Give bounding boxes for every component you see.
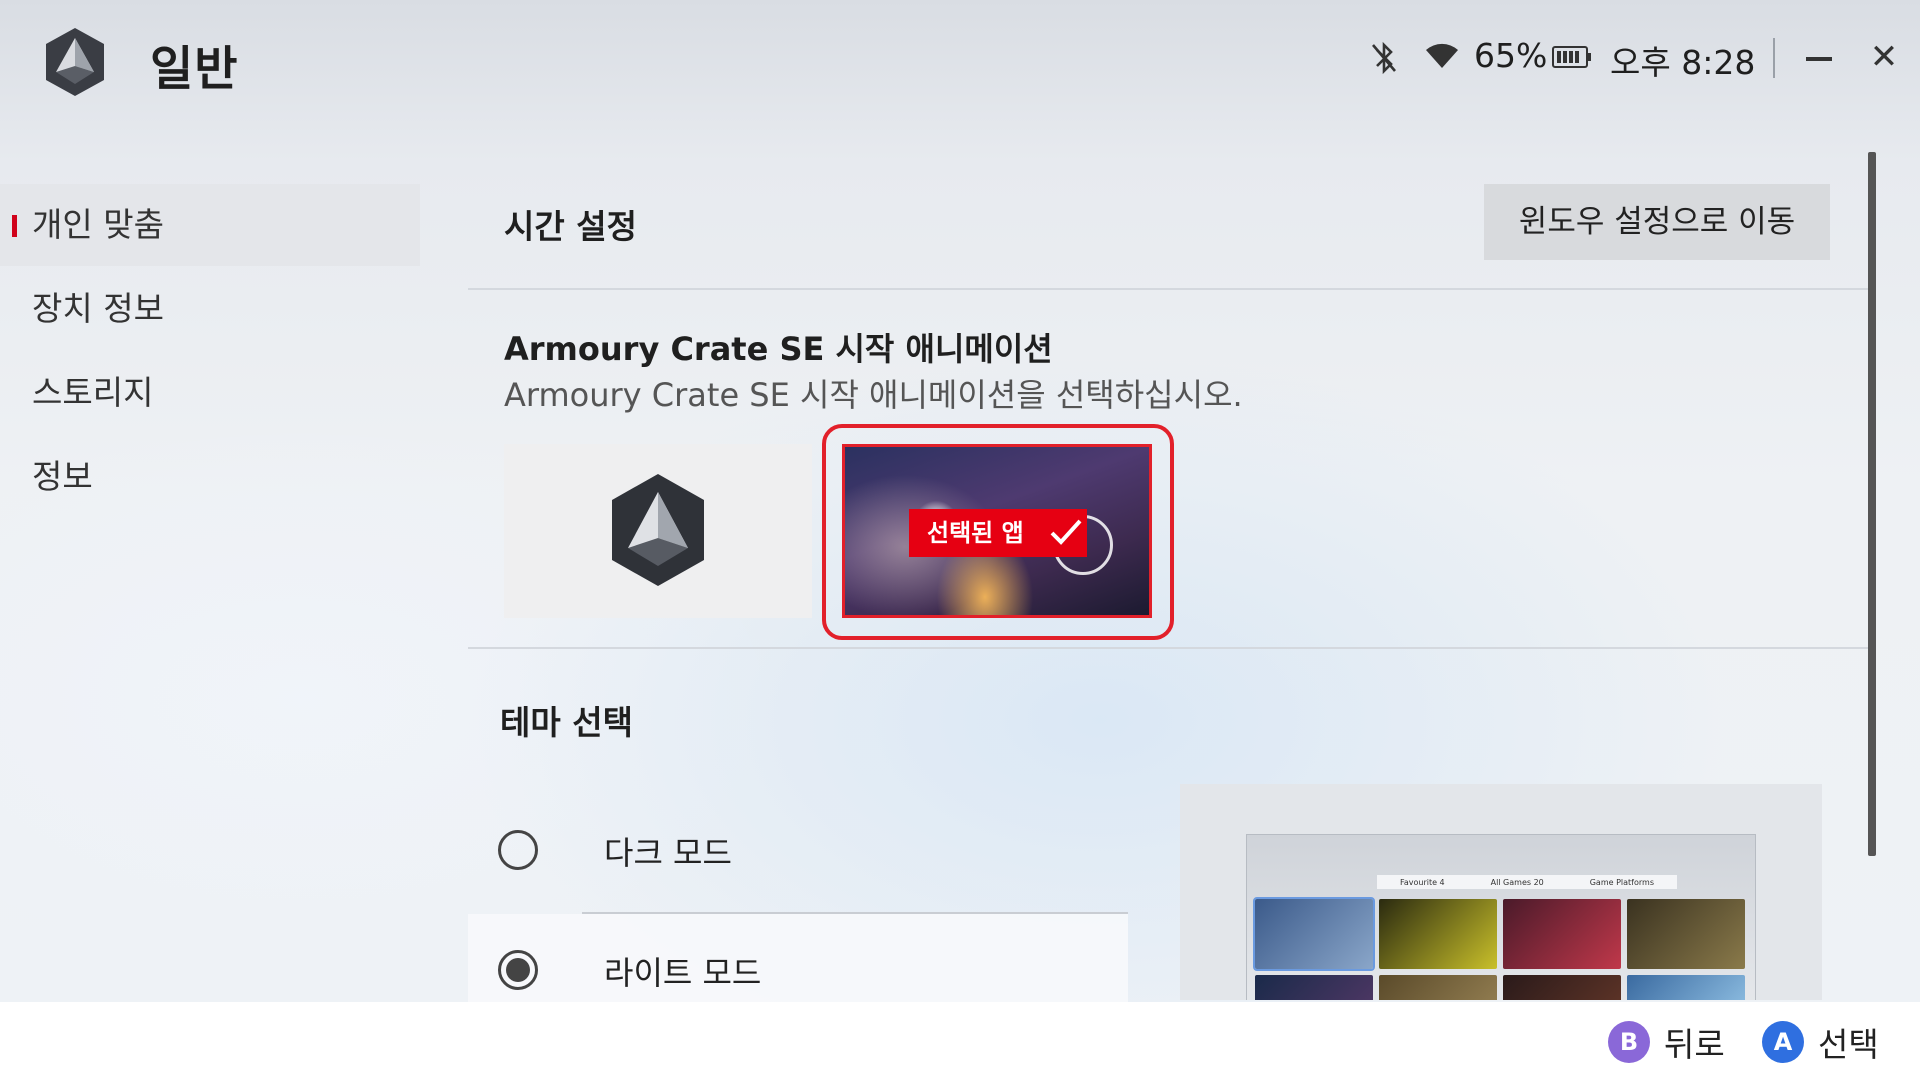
open-windows-settings-button[interactable]: 윈도우 설정으로 이동 <box>1484 184 1830 260</box>
sidebar-item-label: 스토리지 <box>32 373 154 412</box>
close-button[interactable]: ✕ <box>1866 38 1902 76</box>
radio-button[interactable] <box>498 830 538 870</box>
animation-option-app-artwork[interactable]: 선택된 앱 <box>842 444 1152 618</box>
selected-app-label: 선택된 앱 <box>927 519 1024 547</box>
time-settings-title: 시간 설정 <box>504 207 637 246</box>
theme-option-dark[interactable]: 다크 모드 <box>468 794 1128 904</box>
preview-tabs: Favourite 4 All Games 20 Game Platforms <box>1377 875 1677 889</box>
preview-game-tile <box>1253 897 1375 971</box>
sidebar: 개인 맞춤 장치 정보 스토리지 정보 <box>0 184 420 520</box>
sidebar-item-about[interactable]: 정보 <box>0 436 420 518</box>
armoury-crate-logo <box>612 474 704 586</box>
theme-option-label: 라이트 모드 <box>604 954 762 992</box>
preview-game-tile <box>1255 975 1373 1000</box>
sidebar-item-storage[interactable]: 스토리지 <box>0 352 420 434</box>
app-logo <box>46 28 104 96</box>
select-label: 선택 <box>1818 1025 1879 1064</box>
preview-game-tile <box>1627 975 1745 1000</box>
back-hint[interactable]: B 뒤로 <box>1608 1020 1725 1064</box>
bluetooth-off-icon[interactable] <box>1368 40 1400 76</box>
scrollbar[interactable] <box>1868 152 1876 856</box>
sidebar-item-label: 장치 정보 <box>32 289 164 328</box>
preview-game-grid <box>1253 897 1745 1000</box>
b-button-icon: B <box>1608 1021 1650 1063</box>
section-divider <box>468 647 1868 649</box>
close-icon: ✕ <box>1869 37 1899 77</box>
title-divider <box>1773 38 1775 78</box>
battery-percent: 65% <box>1474 36 1548 75</box>
theme-option-label: 다크 모드 <box>604 834 732 872</box>
animation-option-default[interactable] <box>504 444 812 618</box>
radio-button-selected[interactable] <box>498 950 538 990</box>
startup-animation-title: Armoury Crate SE 시작 애니메이션 <box>504 330 1053 368</box>
battery-icon[interactable] <box>1552 46 1592 68</box>
sidebar-item-personalization[interactable]: 개인 맞춤 <box>0 184 420 266</box>
selected-app-badge: 선택된 앱 <box>909 509 1087 557</box>
section-divider <box>468 288 1868 290</box>
preview-game-tile <box>1379 975 1497 1000</box>
startup-animation-description: Armoury Crate SE 시작 애니메이션을 선택하십시오. <box>504 376 1243 414</box>
select-hint[interactable]: A 선택 <box>1762 1020 1879 1064</box>
theme-title: 테마 선택 <box>500 703 633 742</box>
preview-game-tile <box>1503 975 1621 1000</box>
preview-tab: Favourite 4 <box>1399 877 1445 887</box>
preview-game-tile <box>1503 899 1621 969</box>
preview-tab: Game Platforms <box>1589 877 1654 887</box>
clock: 오후 8:28 <box>1610 43 1756 82</box>
preview-game-tile <box>1379 899 1497 969</box>
preview-game-tile <box>1627 899 1745 969</box>
controller-hint-bar: B 뒤로 A 선택 <box>0 1002 1920 1080</box>
theme-preview: Favourite 4 All Games 20 Game Platforms <box>1180 784 1822 1000</box>
a-button-icon: A <box>1762 1021 1804 1063</box>
settings-content: 시간 설정 윈도우 설정으로 이동 Armoury Crate SE 시작 애니… <box>468 150 1868 1024</box>
page-title: 일반 <box>150 42 239 97</box>
preview-window: Favourite 4 All Games 20 Game Platforms <box>1246 834 1756 1000</box>
title-bar: 일반 65% 오후 8:28 ✕ <box>0 0 1920 120</box>
sidebar-item-label: 개인 맞춤 <box>32 205 164 244</box>
checkmark-icon <box>1050 519 1082 545</box>
preview-tab: All Games 20 <box>1490 877 1544 887</box>
wifi-icon[interactable] <box>1424 40 1460 72</box>
minimize-button[interactable] <box>1800 40 1836 76</box>
sidebar-item-device-info[interactable]: 장치 정보 <box>0 268 420 350</box>
sidebar-item-label: 정보 <box>32 457 93 496</box>
back-label: 뒤로 <box>1664 1025 1725 1064</box>
minimize-icon <box>1806 57 1832 61</box>
